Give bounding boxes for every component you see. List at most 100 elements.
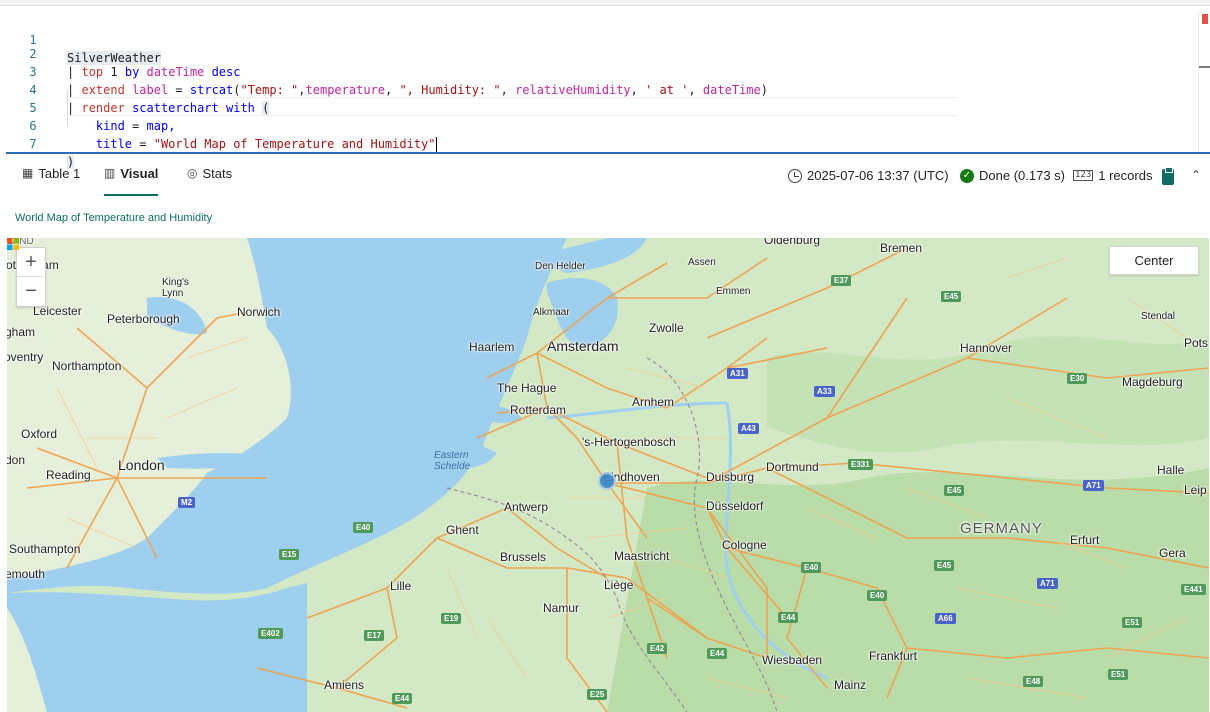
editor-scrollbar[interactable] bbox=[1198, 12, 1210, 152]
center-button[interactable]: Center bbox=[1109, 246, 1199, 275]
status-text: Done (0.173 s) bbox=[979, 168, 1065, 183]
map-data-point[interactable] bbox=[598, 472, 616, 490]
chart-icon: ▥ bbox=[104, 166, 116, 180]
query-timestamp: 2025-07-06 13:37 (UTC) bbox=[788, 168, 949, 183]
map-label: Antwerp bbox=[504, 500, 549, 514]
road-shield: E19 bbox=[441, 613, 462, 624]
map-label: Erfurt bbox=[1070, 533, 1100, 547]
map-label: Emmen bbox=[716, 286, 751, 297]
road-shield: A33 bbox=[814, 386, 835, 397]
map-label: Hannover bbox=[960, 341, 1013, 355]
road-shield: A43 bbox=[738, 423, 759, 434]
editor-line[interactable]: 3 | extend label = strcat("Temp: ",tempe… bbox=[6, 45, 1196, 97]
query-status: ✓ Done (0.173 s) bbox=[960, 168, 1065, 183]
scroll-thumb[interactable] bbox=[1199, 66, 1210, 68]
road-shield: E40 bbox=[353, 522, 374, 533]
editor-line[interactable]: 2 | top 1 by dateTime desc bbox=[6, 27, 1196, 79]
map-label: oventry bbox=[7, 350, 44, 364]
road-shield: E402 bbox=[258, 628, 283, 639]
map-label: Lille bbox=[390, 579, 412, 593]
timestamp-text: 2025-07-06 13:37 (UTC) bbox=[807, 168, 949, 183]
property-token: title bbox=[95, 137, 133, 151]
map-label: Oxford bbox=[21, 427, 58, 441]
error-marker bbox=[1202, 14, 1208, 24]
road-shield: E17 bbox=[364, 630, 385, 641]
map-label: Wiesbaden bbox=[762, 653, 823, 667]
map-label: Haarlem bbox=[469, 340, 515, 354]
map-label: Cologne bbox=[722, 538, 767, 552]
tab-label: Table 1 bbox=[38, 166, 81, 181]
record-count: 123 1 records bbox=[1073, 168, 1152, 183]
map-label: Liège bbox=[604, 578, 634, 592]
text-caret bbox=[435, 137, 437, 152]
zoom-in-button[interactable]: + bbox=[17, 248, 45, 277]
map-label: Stendal bbox=[1141, 311, 1175, 322]
editor-line[interactable]: 4 | render scatterchart with ( bbox=[6, 63, 1196, 115]
record-count-text: 1 records bbox=[1098, 168, 1153, 183]
road-shield: A71 bbox=[1037, 578, 1058, 589]
chevron-up-icon: ⌃ bbox=[1191, 168, 1202, 182]
map-label: Gera bbox=[1159, 546, 1186, 560]
map-label: Oldenburg bbox=[764, 238, 821, 247]
map-label: Magdeburg bbox=[1122, 375, 1183, 389]
map-country-label: GERMANY bbox=[960, 520, 1043, 537]
editor-line[interactable]: 5 kind = map, bbox=[6, 81, 1196, 133]
map-label: Southampton bbox=[9, 542, 81, 556]
road-shield: E25 bbox=[587, 689, 608, 700]
query-editor[interactable]: 1 SilverWeather 2 | top 1 by dateTime de… bbox=[6, 8, 1210, 169]
road-shield: E45 bbox=[941, 291, 962, 302]
road-shield: E30 bbox=[1067, 373, 1088, 384]
road-shield: E45 bbox=[934, 560, 955, 571]
map-visual[interactable]: Oldenburg Bremen Den Helder Assen Emmen … bbox=[7, 238, 1209, 712]
road-shield: A71 bbox=[1083, 480, 1104, 491]
map-label: Ghent bbox=[446, 523, 479, 537]
road-shield: E44 bbox=[707, 648, 728, 659]
road-shield: E37 bbox=[831, 275, 852, 286]
string-token: "World Map of Temperature and Humidity" bbox=[153, 137, 436, 151]
zoom-out-button[interactable]: − bbox=[17, 277, 45, 306]
map-label: gham bbox=[7, 325, 36, 339]
tab-table-1[interactable]: ▦ Table 1 bbox=[22, 166, 80, 196]
records-icon: 123 bbox=[1073, 170, 1094, 181]
road-shield: E15 bbox=[279, 549, 300, 560]
tab-stats[interactable]: ◎ Stats bbox=[187, 166, 232, 196]
map-label: King's Lynn bbox=[162, 277, 189, 299]
map-label: Dortmund bbox=[766, 460, 819, 474]
road-shield: E51 bbox=[1108, 669, 1129, 680]
map-label: 's-Hertogenbosch bbox=[582, 435, 676, 449]
tab-visual[interactable]: ▥ Visual bbox=[104, 166, 159, 196]
road-shield: E44 bbox=[778, 612, 799, 623]
map-label: Maastricht bbox=[614, 549, 670, 563]
equals-token: = bbox=[139, 137, 147, 151]
map-label: Arnhem bbox=[632, 395, 675, 409]
copy-button[interactable] bbox=[1162, 167, 1174, 185]
map-label: don bbox=[7, 453, 26, 467]
tab-label: Visual bbox=[120, 166, 159, 181]
road-shield: E45 bbox=[944, 485, 965, 496]
editor-line[interactable]: 7 ) bbox=[6, 117, 1196, 169]
map-label: Den Helder bbox=[535, 261, 586, 272]
map-label: Düsseldorf bbox=[706, 499, 764, 513]
line-number: 7 bbox=[29, 137, 37, 151]
road-shield: A66 bbox=[935, 613, 956, 624]
clipboard-icon bbox=[1162, 167, 1174, 185]
map-label: Mainz bbox=[834, 678, 867, 692]
map-label: Brussels bbox=[500, 550, 547, 564]
road-shield: M2 bbox=[178, 497, 196, 508]
map-label: Assen bbox=[688, 257, 716, 268]
editor-line[interactable]: 6 title = "World Map of Temperature and … bbox=[6, 99, 1196, 152]
map-label: Halle bbox=[1157, 463, 1185, 477]
map-label: Amsterdam bbox=[547, 338, 619, 354]
road-shield: E48 bbox=[1023, 676, 1044, 687]
collapse-button[interactable]: ⌃ bbox=[1191, 168, 1201, 182]
tab-label: Stats bbox=[202, 166, 233, 181]
chart-title: World Map of Temperature and Humidity bbox=[15, 212, 213, 224]
road-shield: E40 bbox=[867, 590, 888, 601]
microsoft-logo bbox=[7, 238, 19, 250]
map-label: Zwolle bbox=[649, 321, 684, 335]
map-label: emouth bbox=[7, 567, 46, 581]
map-label: London bbox=[118, 457, 165, 473]
road-shield: E42 bbox=[647, 643, 668, 654]
map-label: Rotterdam bbox=[510, 403, 567, 417]
road-shield: E40 bbox=[801, 562, 822, 573]
